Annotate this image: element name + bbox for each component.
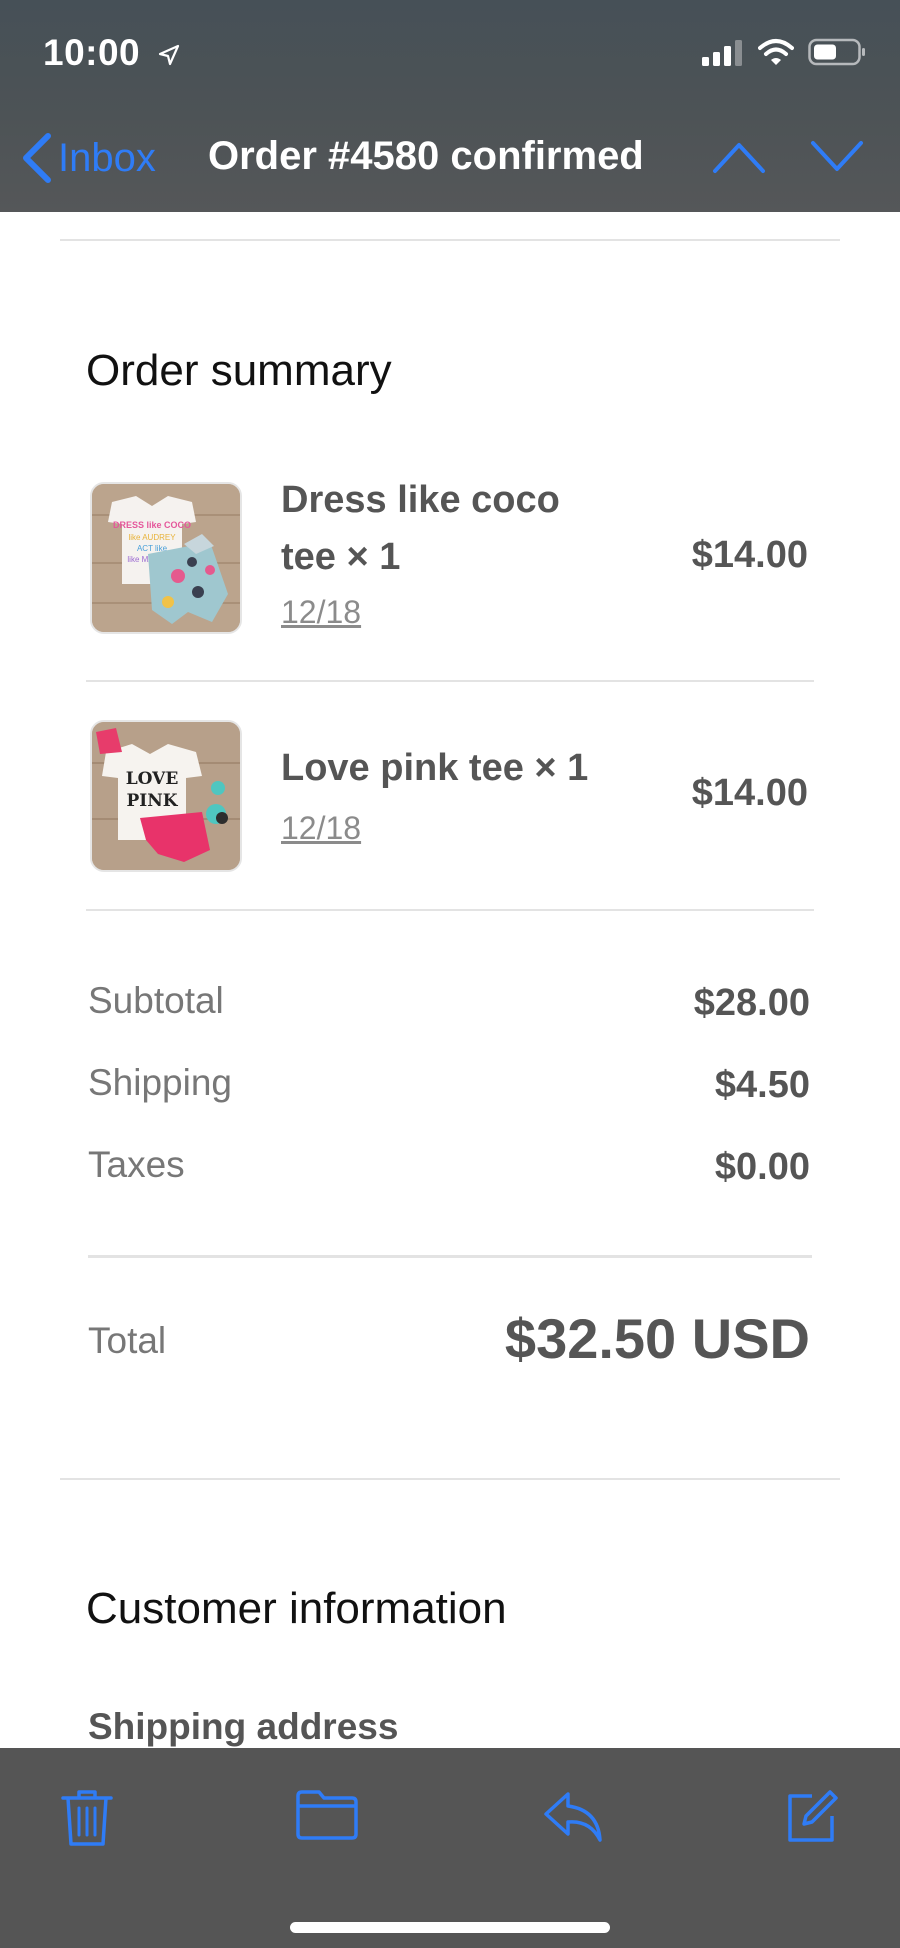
svg-text:DRESS like COCO: DRESS like COCO: [113, 520, 191, 530]
previous-message-button[interactable]: [712, 140, 766, 179]
divider: [60, 239, 840, 241]
reply-icon: [544, 1792, 602, 1842]
item-name-line: tee × 1: [281, 536, 401, 578]
svg-text:LOVE: LOVE: [126, 769, 179, 789]
divider: [86, 909, 814, 911]
compose-icon: [788, 1790, 838, 1842]
email-body: Order summary DRESS like COCO like AUDRE…: [0, 212, 900, 1748]
customer-information-heading: Customer information: [86, 1584, 507, 1633]
item-variant-1[interactable]: 12/18: [281, 594, 361, 631]
taxes-label: Taxes: [88, 1144, 185, 1185]
subtotal-value: $28.00: [693, 982, 810, 1024]
status-time: 10:00: [43, 32, 181, 76]
folder-icon: [296, 1790, 358, 1840]
chevron-down-icon: [811, 141, 863, 171]
taxes-value: $0.00: [714, 1146, 810, 1188]
cellular-signal-icon: [702, 38, 744, 71]
move-to-folder-button[interactable]: [295, 1788, 359, 1847]
nav-row: Inbox Order #4580 confirmed: [0, 128, 900, 188]
home-indicator[interactable]: [290, 1922, 610, 1933]
bottom-toolbar: [0, 1748, 900, 1948]
top-bar: 10:00 Inbox Order #4580 confirmed: [0, 0, 900, 212]
status-icons: [702, 38, 866, 71]
chevron-left-icon: [23, 133, 51, 183]
back-button-label: Inbox: [58, 135, 156, 180]
shipping-value: $4.50: [714, 1064, 810, 1106]
item-name-line: Dress like coco: [281, 479, 560, 521]
item-name-1: Dress like coco tee × 1: [281, 472, 560, 586]
back-button[interactable]: Inbox: [20, 132, 156, 184]
divider: [88, 1255, 812, 1258]
wifi-icon: [758, 38, 794, 71]
divider: [86, 680, 814, 682]
divider: [60, 1478, 840, 1480]
shipping-label: Shipping: [88, 1062, 233, 1103]
item-price-1: $14.00: [691, 534, 808, 576]
order-summary-heading: Order summary: [86, 346, 392, 395]
chevron-up-icon: [713, 143, 765, 173]
reply-button[interactable]: [542, 1788, 604, 1849]
total-label: Total: [88, 1320, 167, 1361]
item-variant-2[interactable]: 12/18: [281, 810, 361, 847]
compose-button[interactable]: [784, 1788, 840, 1849]
product-image-dress-like-coco[interactable]: DRESS like COCO like AUDREY ACT like lik…: [90, 482, 242, 634]
subtotal-label: Subtotal: [88, 980, 224, 1021]
next-message-button[interactable]: [810, 140, 864, 179]
trash-button[interactable]: [60, 1788, 114, 1853]
location-arrow-icon: [157, 34, 181, 76]
status-time-text: 10:00: [43, 32, 141, 73]
nav-title: Order #4580 confirmed: [208, 134, 644, 178]
svg-text:PINK: PINK: [126, 791, 178, 811]
product-image-love-pink[interactable]: LOVE PINK: [90, 720, 242, 872]
total-value: $32.50 USD: [504, 1307, 810, 1370]
shipping-address-label: Shipping address: [88, 1706, 399, 1747]
item-price-2: $14.00: [691, 772, 808, 814]
item-name-2: Love pink tee × 1: [281, 747, 589, 789]
svg-text:like AUDREY: like AUDREY: [128, 533, 176, 542]
trash-icon: [61, 1790, 113, 1846]
battery-icon: [808, 38, 866, 71]
